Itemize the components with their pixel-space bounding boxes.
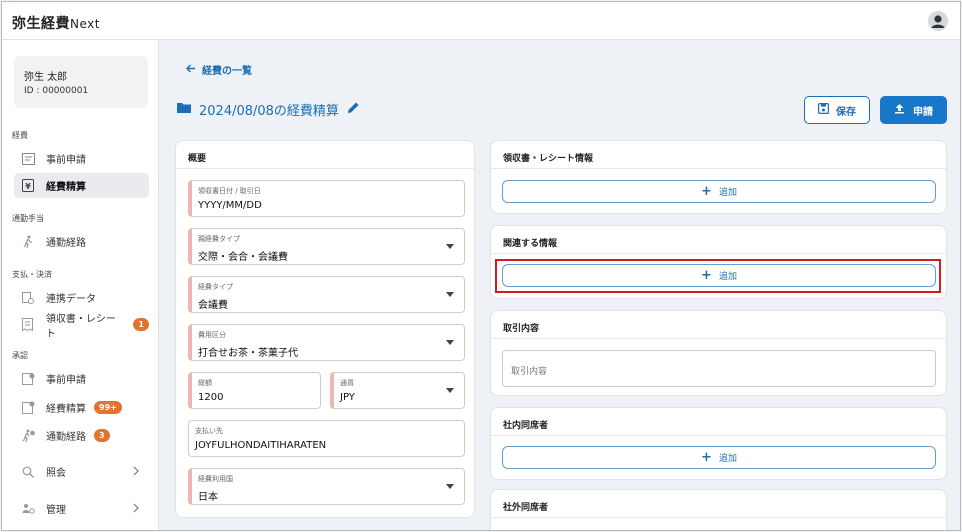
expense-type-select[interactable]: 経費タイプ 会議費 bbox=[188, 276, 465, 313]
count-badge: 99+ bbox=[94, 401, 122, 414]
avatar[interactable] bbox=[928, 11, 948, 31]
back-link[interactable]: 経費の一覧 bbox=[186, 62, 252, 77]
linked-data-icon bbox=[21, 291, 35, 305]
dropdown-arrow-icon bbox=[446, 388, 454, 393]
user-id: ID : 00000001 bbox=[24, 86, 89, 96]
upload-icon bbox=[894, 103, 905, 117]
save-icon bbox=[818, 103, 830, 117]
sidebar-item-pre-request[interactable]: 事前申請 bbox=[14, 146, 149, 171]
sidebar-item-commute-route[interactable]: 通勤経路 bbox=[14, 229, 149, 254]
currency-select[interactable]: 通貨 JPY bbox=[330, 372, 465, 409]
internal-attendees-title: 社内同席者 bbox=[503, 421, 549, 431]
payee-field[interactable]: 支払い先 JOYFULHONDAITIHARATEN bbox=[188, 420, 465, 457]
sidebar-item-expense-settlement[interactable]: ¥ 経費精算 bbox=[14, 173, 149, 198]
divider bbox=[491, 338, 946, 339]
sidebar-item-inquiry[interactable]: 照会 bbox=[14, 459, 149, 484]
approval-walking-icon bbox=[21, 429, 35, 443]
approval-form-icon bbox=[21, 372, 35, 386]
app-logo[interactable]: 弥生経費Next bbox=[12, 13, 100, 33]
divider bbox=[491, 435, 946, 436]
highlight-box bbox=[495, 259, 941, 293]
external-attendees-title: 社外同席者 bbox=[503, 503, 549, 513]
save-button[interactable]: 保存 bbox=[804, 96, 870, 124]
external-attendees-panel: 社外同席者 bbox=[490, 489, 947, 530]
section-approval: 承認 bbox=[12, 351, 28, 360]
sidebar-item-approval-expense[interactable]: 経費精算 99+ bbox=[14, 395, 149, 420]
count-badge: 1 bbox=[133, 318, 149, 331]
receipt-info-panel: 領収書・レシート情報 + 追加 bbox=[490, 140, 947, 214]
related-info-title: 関連する情報 bbox=[503, 239, 558, 249]
cost-category-select[interactable]: 費用区分 打合せお茶・茶菓子代 bbox=[188, 324, 465, 361]
sidebar-item-admin[interactable]: 管理 bbox=[14, 496, 149, 521]
chevron-right-icon bbox=[133, 466, 139, 479]
sidebar: 弥生 太郎 ID : 00000001 経費 事前申請 ¥ 経費精算 通勤手当 … bbox=[2, 40, 159, 530]
dropdown-arrow-icon bbox=[446, 244, 454, 249]
total-amount-field[interactable]: 総額 1200 bbox=[188, 372, 321, 409]
edit-pencil-icon[interactable] bbox=[347, 101, 360, 118]
divider bbox=[491, 168, 946, 169]
receipt-yen-icon: ¥ bbox=[21, 179, 35, 193]
transaction-panel: 取引内容 取引内容 bbox=[490, 310, 947, 396]
add-receipt-button[interactable]: + 追加 bbox=[502, 180, 936, 203]
sidebar-item-receipts[interactable]: 領収書・レシート 1 bbox=[14, 312, 149, 340]
apply-button[interactable]: 申請 bbox=[880, 96, 947, 124]
plus-icon: + bbox=[701, 183, 712, 199]
divider bbox=[491, 253, 946, 254]
dropdown-arrow-icon bbox=[446, 484, 454, 489]
overview-panel: 概要 領収書日付 / 取引日 YYYY/MM/DD 親経費タイプ 交際・会合・会… bbox=[175, 140, 475, 518]
folder-icon bbox=[177, 102, 191, 117]
internal-attendees-panel: 社内同席者 + 追加 bbox=[490, 407, 947, 480]
approval-receipt-icon bbox=[21, 401, 35, 415]
dropdown-arrow-icon bbox=[446, 292, 454, 297]
receipt-date-field[interactable]: 領収書日付 / 取引日 YYYY/MM/DD bbox=[188, 180, 465, 217]
search-icon bbox=[21, 465, 35, 479]
sidebar-item-approval-pre-request[interactable]: 事前申請 bbox=[14, 366, 149, 391]
chevron-right-icon bbox=[133, 503, 139, 516]
transaction-title: 取引内容 bbox=[503, 324, 540, 334]
count-badge: 3 bbox=[94, 429, 110, 442]
plus-icon: + bbox=[701, 449, 712, 465]
transaction-textarea[interactable]: 取引内容 bbox=[502, 350, 936, 387]
arrow-left-icon bbox=[186, 64, 196, 76]
users-gear-icon bbox=[21, 502, 35, 516]
section-expense: 経費 bbox=[12, 131, 28, 140]
page-title: 2024/08/08の経費精算 bbox=[177, 100, 360, 119]
receipt-info-title: 領収書・レシート情報 bbox=[503, 154, 594, 164]
divider bbox=[491, 517, 946, 518]
app-window: 弥生経費Next 弥生 太郎 ID : 00000001 経費 事前申請 ¥ 経… bbox=[1, 1, 961, 531]
divider bbox=[176, 168, 474, 169]
svg-text:¥: ¥ bbox=[25, 182, 31, 191]
section-commute: 通勤手当 bbox=[12, 214, 44, 223]
add-internal-attendee-button[interactable]: + 追加 bbox=[502, 446, 936, 469]
sidebar-item-approval-commute[interactable]: 通勤経路 3 bbox=[14, 423, 149, 448]
overview-title: 概要 bbox=[188, 154, 207, 164]
form-icon bbox=[21, 152, 35, 166]
top-bar: 弥生経費Next bbox=[2, 2, 960, 40]
country-select[interactable]: 経費利用国 日本 bbox=[188, 468, 465, 505]
sidebar-item-linked-data[interactable]: 連携データ bbox=[14, 285, 149, 310]
walking-icon bbox=[21, 235, 35, 249]
parent-expense-type-select[interactable]: 親経費タイプ 交際・会合・会議費 bbox=[188, 228, 465, 265]
dropdown-arrow-icon bbox=[446, 340, 454, 345]
section-payment: 支払・決済 bbox=[12, 270, 52, 279]
user-card: 弥生 太郎 ID : 00000001 bbox=[14, 56, 148, 108]
user-name: 弥生 太郎 bbox=[24, 72, 68, 83]
user-icon bbox=[931, 15, 945, 28]
receipt-icon bbox=[21, 318, 35, 332]
